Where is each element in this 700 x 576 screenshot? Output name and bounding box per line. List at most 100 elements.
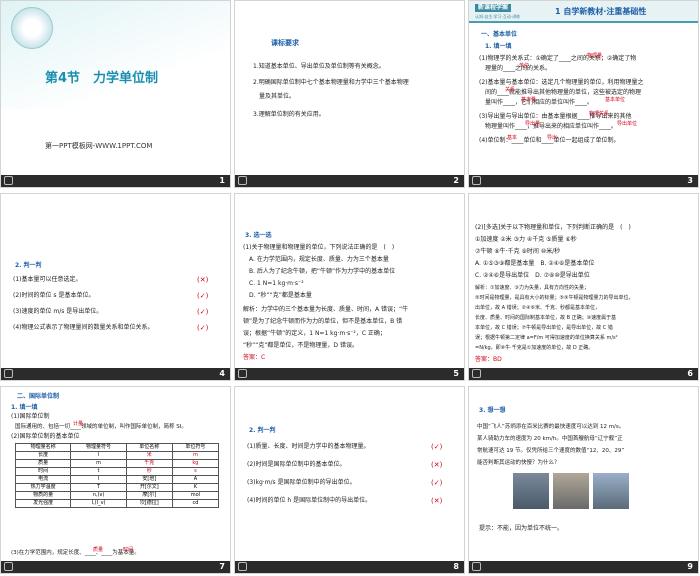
q-4: A. ①⑤③⑨都是基本量 B. ②④⑥是基本单位: [475, 260, 595, 267]
item-1: (1)基本量可以任意选定。: [13, 276, 82, 283]
item-3: (3)kg·m/s 是国际单位制中的导出单位。: [247, 479, 356, 486]
item-2: (2)时间是国际单位制中的基本单位。: [247, 461, 346, 468]
cell: I,(I_v): [70, 499, 127, 508]
col-header: 物理量名称: [14, 443, 72, 452]
q-4: C. 1 N=1 kg·m·s⁻²: [243, 280, 304, 287]
fill-2: 质量: [93, 547, 104, 553]
p-4: (3)在力学范围内，规定长度、____、____为基本量。: [11, 550, 140, 556]
mark-3: (✓): [431, 479, 443, 487]
cell: I: [70, 475, 127, 484]
dandelion-icon: [11, 7, 53, 49]
cell: A: [171, 475, 220, 484]
section-title: 二、国际单位制: [17, 393, 60, 400]
slide-title: 第4节 力学单位制: [45, 71, 159, 86]
line-3: (2)基本量与基本单位：选定几个物理量的单位，利用物理量之: [479, 79, 644, 86]
a-3: 误；根据“牛顿”的定义，1 N=1 kg·m·s⁻²，C 正确；: [243, 330, 386, 337]
slide-1[interactable]: 第4节 力学单位制 第一PPT模板网-WWW.1PPT.COM 1: [0, 0, 231, 188]
slide-bar: 4: [1, 368, 230, 380]
slide-8[interactable]: 2. 判一判 (1)质量、长度、时间是力学中的基本物理量。 (✓) (2)时间是…: [234, 386, 465, 574]
slide-bar: 6: [469, 368, 698, 380]
cell: kg: [171, 459, 220, 468]
table-row: 时间 t 秒 s: [14, 467, 220, 476]
cell: 摩[尔]: [125, 491, 173, 500]
slide-4[interactable]: 2. 判一判 (1)基本量可以任意选定。 (✕) (2)时间的单位 s 是基本单…: [0, 193, 231, 381]
cell: m: [70, 459, 127, 468]
slide-6[interactable]: (2)[多选]关于以下物理量和单位，下列判断正确的是 ( ) ①加速度 ②米 ③…: [468, 193, 699, 381]
cell: 秒: [125, 467, 173, 476]
slide-number: 8: [453, 562, 459, 571]
slide-2[interactable]: 课标要求 1.知道基本单位、导出单位及单位制等有关概念。 2.明确国际单位制中七…: [234, 0, 465, 188]
p-3: (2)国际单位制的基本单位: [11, 433, 80, 440]
mark-1: (✓): [431, 443, 443, 451]
table-row: 电流 I 安[培] A: [14, 475, 220, 484]
cell: 热力学温度: [14, 483, 72, 492]
line-1: (1)物理学的关系式：①确定了____之间的关系；②确定了物: [479, 55, 637, 62]
cell: n,(ν): [70, 491, 127, 500]
item-3: (3)速度的单位 m/s 是导出单位。: [13, 308, 103, 315]
line-1: 中国“飞人”苏炳添在百米比赛的最快速度可以达到 12 m/s。: [477, 424, 625, 430]
fill-9: 基本: [507, 135, 518, 141]
slide-number: 3: [687, 176, 693, 185]
table-row: 长度 l 米 m: [14, 451, 220, 460]
subsection: 2. 判一判: [15, 262, 42, 269]
cell: mol: [171, 491, 220, 500]
fill-1: 物理量: [587, 53, 603, 59]
si-units-table: 物理量名称 物理量符号 单位名称 单位符号 长度 l 米 m 质量 m 千克 kg 时间 t 秒…: [14, 443, 220, 508]
cell: 安[培]: [125, 475, 173, 484]
slide-bar: 7: [1, 561, 230, 573]
slide-number: 2: [453, 176, 459, 185]
slide-icon: [472, 176, 481, 185]
table-row: 物质的量 n,(ν) 摩[尔] mol: [14, 491, 220, 500]
a-1: 解析：力学中的三个基本量为长度、质量、时间，A 错误；“牛: [243, 306, 409, 313]
slide-bar: 1: [1, 175, 230, 187]
slide-icon: [4, 176, 13, 185]
slide-bar: 5: [235, 368, 464, 380]
fill-2: 单位: [519, 63, 530, 69]
line-2: 2.明确国际单位制中七个基本物理量和力学中三个基本物理: [253, 79, 409, 86]
q-2: A. 在力学范围内，规定长度、质量、力为三个基本量: [243, 256, 389, 263]
q-5: C. ②④⑥是导出单位 D. ⑦⑧⑩是导出单位: [475, 272, 590, 279]
heading: 课标要求: [271, 39, 299, 47]
slide-5[interactable]: 3. 选一选 (1)关于物理量和物理量的单位，下列说法正确的是 ( ) A. 在…: [234, 193, 465, 381]
cell: 千克: [125, 459, 173, 468]
fill-7: 导出量: [525, 121, 541, 127]
mark-2: (✕): [431, 461, 443, 469]
slide-bar: 2: [235, 175, 464, 187]
fill-3: 关系: [505, 87, 516, 93]
slide-icon: [238, 562, 247, 571]
col-header: 单位名称: [125, 443, 173, 452]
answer: 答案：C: [243, 354, 266, 361]
cell: T: [70, 483, 127, 492]
cell: 质量: [14, 459, 72, 468]
slide-icon: [238, 369, 247, 378]
item-1: (1)质量、长度、时间是力学中的基本物理量。: [247, 443, 370, 450]
footer-text: 第一PPT模板网-WWW.1PPT.COM: [45, 142, 153, 150]
line-7: 物理量叫作____，推导出来的相应单位叫作____。: [479, 123, 618, 130]
slide-9[interactable]: 3. 想一想 中国“飞人”苏炳添在百米比赛的最快速度可以达到 12 m/s。 某…: [468, 386, 699, 574]
table-row: 热力学温度 T 开[尔文] K: [14, 483, 220, 492]
section-head: 1 自学新教材·注重基础性: [555, 7, 647, 16]
cell: 坎[德拉]: [125, 499, 173, 508]
mark-3: (✓): [197, 308, 209, 316]
cell: s: [171, 467, 220, 476]
p-2: 国际通用的、包括一切____领域的单位制，叫作国际单位制，简称 SI。: [15, 424, 187, 430]
banner-logo: 新课程学案: [475, 4, 512, 12]
slide-7[interactable]: 二、国际单位制 1. 填一填 (1)国际单位制 国际通用的、包括一切____领域…: [0, 386, 231, 574]
cell: 长度: [14, 451, 72, 460]
item-2: (2)时间的单位 s 是基本单位。: [13, 292, 95, 299]
subsection: 3. 选一选: [245, 232, 272, 239]
slide-3[interactable]: 新课程学案 认知·自主·学习·互动·讲练 1 自学新教材·注重基础性 一、基本单…: [468, 0, 699, 188]
cell: m: [171, 451, 220, 460]
table-row: 质量 m 千克 kg: [14, 459, 220, 468]
mark-4: (✕): [431, 497, 443, 505]
fill-1: 计量: [73, 421, 84, 427]
slide-number: 7: [219, 562, 225, 571]
fill-5: 基本单位: [605, 97, 626, 103]
a-1: 解析：①加速度、③力为矢量，具有方向性的矢量；: [475, 285, 589, 291]
a-2: 顿”是为了纪念牛顿而作为力的单位，但不是基本单位，B 错: [243, 318, 403, 325]
cell: 发光强度: [14, 499, 72, 508]
line-4: 能否判断其运动的快慢？为什么？: [477, 460, 560, 466]
line-4: 3.理解单位制的有关应用。: [253, 111, 325, 118]
cell: 开[尔文]: [125, 483, 173, 492]
q-3: ⑦牛顿 ⑧牛·千克 ⑨时间 ⑩米/秒: [475, 248, 561, 255]
